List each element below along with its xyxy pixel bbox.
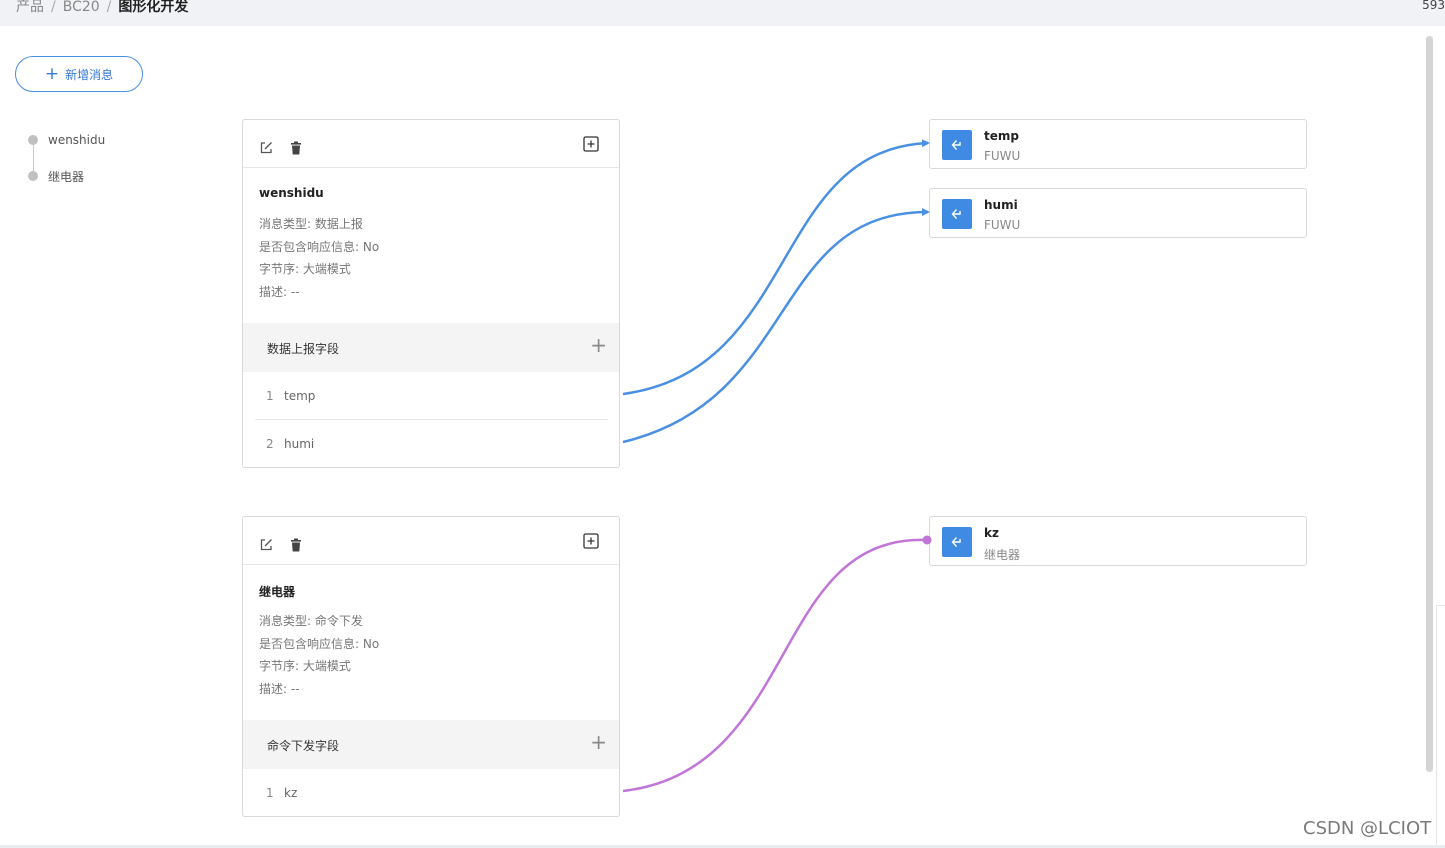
field-row-temp[interactable]: 1 temp xyxy=(255,372,608,420)
connector-kz[interactable] xyxy=(622,538,927,793)
edit-icon[interactable] xyxy=(258,140,274,156)
connector-humi[interactable] xyxy=(622,208,930,444)
message-card-relay: 继电器 消息类型: 命令下发 是否包含响应信息: No 字节序: 大端模式 描述… xyxy=(242,516,620,817)
service-arrow-icon xyxy=(942,199,972,229)
connector-temp[interactable] xyxy=(622,139,930,396)
field-section-header: 数据上报字段 + xyxy=(243,323,619,372)
top-bar: 产品 / BC20 / 图形化开发 593 xyxy=(0,0,1445,26)
trash-icon[interactable] xyxy=(288,537,304,553)
field-name: kz xyxy=(284,786,298,800)
target-sub: 继电器 xyxy=(984,548,1021,562)
target-name: humi xyxy=(984,198,1018,212)
message-card-wenshidu: wenshidu 消息类型: 数据上报 是否包含响应信息: No 字节序: 大端… xyxy=(242,119,620,468)
timeline-item-wenshidu[interactable]: wenshidu xyxy=(26,130,226,150)
add-message-label: 新增消息 xyxy=(65,67,114,82)
timeline-dot xyxy=(28,135,38,145)
field-row-humi[interactable]: 2 humi xyxy=(255,420,608,467)
field-index: 2 xyxy=(266,437,274,451)
service-arrow-icon xyxy=(942,527,972,557)
panel-edge xyxy=(1436,605,1445,848)
breadcrumb-separator: / xyxy=(51,0,56,15)
scrollbar[interactable] xyxy=(1426,36,1433,772)
field-name: humi xyxy=(284,437,315,451)
message-type: 消息类型: 数据上报 xyxy=(259,217,363,231)
add-square-icon[interactable] xyxy=(583,136,599,152)
field-name: temp xyxy=(284,389,316,403)
target-card-kz[interactable]: kz 继电器 xyxy=(929,516,1307,566)
message-info: wenshidu 消息类型: 数据上报 是否包含响应信息: No 字节序: 大端… xyxy=(243,168,619,306)
edit-icon[interactable] xyxy=(258,537,274,553)
target-card-temp[interactable]: temp FUWU xyxy=(929,119,1307,169)
field-index: 1 xyxy=(266,786,274,800)
add-message-button[interactable]: + 新增消息 xyxy=(15,56,143,92)
watermark: CSDN @LCIOT xyxy=(1303,818,1432,839)
field-section-label: 数据上报字段 xyxy=(267,342,340,356)
message-type: 消息类型: 命令下发 xyxy=(259,614,363,628)
target-name: temp xyxy=(984,129,1019,143)
message-description: 描述: -- xyxy=(259,681,300,696)
field-row-kz[interactable]: 1 kz xyxy=(255,769,608,816)
message-info: 继电器 消息类型: 命令下发 是否包含响应信息: No 字节序: 大端模式 描述… xyxy=(243,565,619,703)
breadcrumb-item-bc20[interactable]: BC20 xyxy=(63,0,100,15)
breadcrumb-item-product[interactable]: 产品 xyxy=(16,0,44,15)
card-toolbar xyxy=(243,517,619,565)
add-square-icon[interactable] xyxy=(583,533,599,549)
message-response: 是否包含响应信息: No xyxy=(259,239,380,254)
breadcrumb-separator: / xyxy=(106,0,112,15)
timeline-dot xyxy=(28,171,38,181)
field-index: 1 xyxy=(266,389,274,403)
timeline-label: wenshidu xyxy=(48,133,106,147)
target-sub: FUWU xyxy=(984,218,1021,232)
plus-icon: + xyxy=(44,63,60,84)
timeline-item-relay[interactable]: 继电器 xyxy=(26,166,226,186)
target-name: kz xyxy=(984,526,999,540)
message-response: 是否包含响应信息: No xyxy=(259,636,380,651)
target-sub: FUWU xyxy=(984,149,1021,163)
field-section-header: 命令下发字段 + xyxy=(243,720,619,769)
corner-number: 593 xyxy=(1422,0,1445,12)
message-description: 描述: -- xyxy=(259,284,300,299)
field-section-label: 命令下发字段 xyxy=(267,739,340,753)
service-arrow-icon xyxy=(942,130,972,160)
breadcrumb-current: 图形化开发 xyxy=(118,0,189,15)
add-field-icon[interactable]: + xyxy=(590,335,607,355)
message-title: wenshidu xyxy=(259,186,324,200)
target-card-humi[interactable]: humi FUWU xyxy=(929,188,1307,238)
message-byte-order: 字节序: 大端模式 xyxy=(259,262,351,276)
trash-icon[interactable] xyxy=(288,140,304,156)
message-title: 继电器 xyxy=(259,585,296,599)
message-byte-order: 字节序: 大端模式 xyxy=(259,659,351,673)
add-field-icon[interactable]: + xyxy=(590,732,607,752)
card-toolbar xyxy=(243,120,619,168)
timeline-label: 继电器 xyxy=(48,169,85,184)
breadcrumb: 产品 / BC20 / 图形化开发 xyxy=(16,0,188,16)
